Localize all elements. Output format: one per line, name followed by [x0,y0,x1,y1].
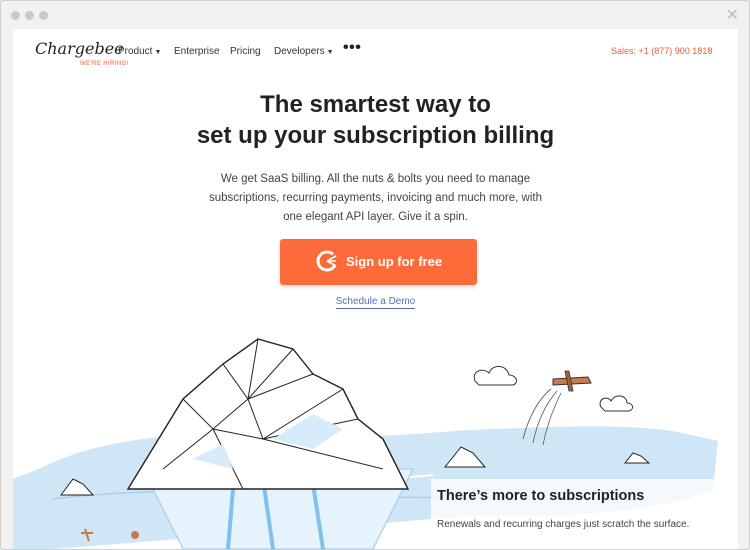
sales-phone-link[interactable]: Sales: +1 (877) 900 1818 [611,46,738,56]
window-zoom-dot[interactable] [39,11,48,20]
subscriptions-section-text: Renewals and recurring charges just scra… [437,519,690,530]
schedule-demo-link[interactable]: Schedule a Demo [13,296,738,309]
caret-down-icon: ▼ [154,49,162,56]
hero-headline-line1: The smartest way to [260,91,491,118]
nav-item-pricing[interactable]: Pricing [230,46,261,57]
window-close-dot[interactable] [11,11,20,20]
nav-item-label: Enterprise [174,46,220,57]
nav-item-product[interactable]: Product ▼ [118,46,161,57]
chargebee-logo-icon [316,250,338,272]
nav-item-label: Developers [274,46,325,57]
nav-item-enterprise[interactable]: Enterprise [174,46,220,57]
cloud-right [599,395,634,412]
caret-down-icon: ▼ [326,49,334,56]
webpage: Chargebee WE'RE HIRING! Product ▼ Enterpr… [13,29,738,549]
hero-headline-line2: set up your subscription billing [196,122,555,149]
hiring-link[interactable]: WE'RE HIRING! [80,61,129,67]
hero-subtext-line2: subscriptions, recurring payments, invoi… [208,192,542,204]
signup-button[interactable]: Sign up for free [280,239,477,285]
signup-button-label: Sign up for free [346,254,443,269]
nav-item-developers[interactable]: Developers ▼ [274,46,334,57]
more-dots-icon[interactable]: ••• [343,39,361,57]
chargebee-logo[interactable]: Chargebee [35,39,124,58]
cloud-left [473,366,517,386]
hero-subtext-line3: one elegant API layer. Give it a spin. [283,211,468,223]
close-icon[interactable]: ✕ [726,5,739,24]
iceberg-illustration-peak [126,338,410,490]
hero-subtext-line1: We get SaaS billing. All the nuts & bolt… [220,173,531,185]
schedule-demo-label: Schedule a Demo [335,296,416,309]
iceberg-illustration [13,338,731,549]
window-minimize-dot[interactable] [25,11,34,20]
browser-window: ✕ Chargebee WE'RE HIRING! Product ▼ Enter… [0,0,750,550]
subscriptions-section-title: There’s more to subscriptions [437,488,645,504]
window-chrome: ✕ [1,1,749,29]
nav-item-label: Product [118,46,153,57]
nav-item-label: Pricing [230,46,261,57]
